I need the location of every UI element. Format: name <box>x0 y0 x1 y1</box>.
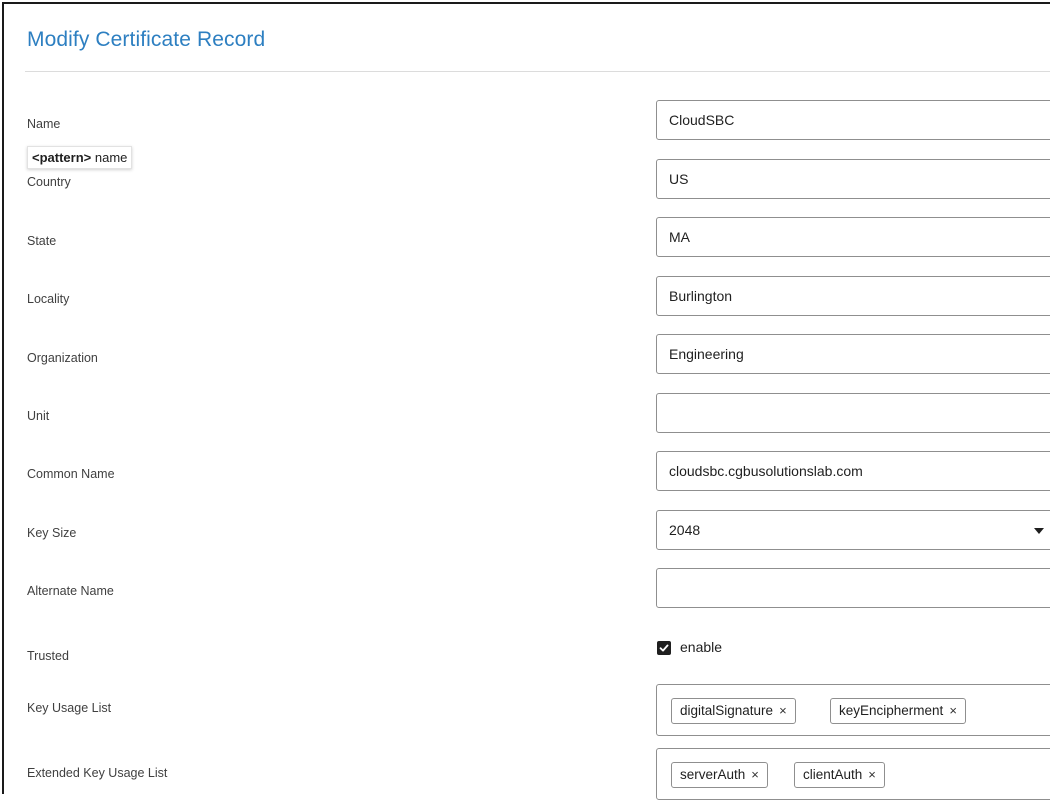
state-value: MA <box>669 229 690 245</box>
organization-input[interactable]: Engineering <box>656 334 1050 374</box>
label-name: Name <box>27 117 61 131</box>
common-name-input[interactable]: cloudsbc.cgbusolutionslab.com <box>656 451 1050 491</box>
title-divider <box>25 71 1050 72</box>
trusted-enable-label[interactable]: enable <box>680 639 722 655</box>
tooltip-text: name <box>91 150 128 165</box>
remove-icon[interactable]: × <box>949 703 957 718</box>
page-title: Modify Certificate Record <box>27 28 266 51</box>
locality-value: Burlington <box>669 288 733 304</box>
label-key-usage-list: Key Usage List <box>27 701 112 715</box>
key-size-value: 2048 <box>669 522 701 538</box>
locality-input[interactable]: Burlington <box>656 276 1050 316</box>
label-extended-key-usage-list: Extended Key Usage List <box>27 766 168 780</box>
name-value: CloudSBC <box>669 112 735 128</box>
country-value: US <box>669 171 689 187</box>
label-key-size: Key Size <box>27 526 77 540</box>
unit-input[interactable] <box>656 393 1050 433</box>
country-input[interactable]: US <box>656 159 1050 199</box>
extended-key-usage-chip: clientAuth × <box>794 762 885 788</box>
extended-key-usage-list-field[interactable]: serverAuth × clientAuth × <box>656 748 1050 800</box>
common-name-value: cloudsbc.cgbusolutionslab.com <box>669 463 863 479</box>
label-country: Country <box>27 175 71 189</box>
key-usage-list-field[interactable]: digitalSignature × keyEncipherment × <box>656 684 1050 736</box>
key-usage-chip: keyEncipherment × <box>830 698 966 724</box>
key-size-select[interactable]: 2048 <box>656 510 1050 550</box>
chip-label: digitalSignature <box>680 703 774 718</box>
pattern-tooltip: <pattern> name <box>27 146 133 169</box>
label-organization: Organization <box>27 351 98 365</box>
chip-label: clientAuth <box>803 767 863 782</box>
remove-icon[interactable]: × <box>751 767 759 782</box>
trusted-checkbox[interactable] <box>657 641 671 655</box>
state-input[interactable]: MA <box>656 217 1050 257</box>
label-state: State <box>27 234 57 248</box>
key-usage-chip: digitalSignature × <box>671 698 796 724</box>
name-input[interactable]: CloudSBC <box>656 100 1050 140</box>
remove-icon[interactable]: × <box>868 767 876 782</box>
label-locality: Locality <box>27 292 70 306</box>
label-unit: Unit <box>27 409 50 423</box>
chip-label: serverAuth <box>680 767 746 782</box>
remove-icon[interactable]: × <box>779 703 787 718</box>
checkmark-icon <box>659 644 669 652</box>
label-alternate-name: Alternate Name <box>27 584 114 598</box>
tooltip-pattern-token: <pattern> <box>32 150 92 165</box>
alternate-name-input[interactable] <box>656 568 1050 608</box>
chip-label: keyEncipherment <box>839 703 944 718</box>
label-common-name: Common Name <box>27 467 115 481</box>
chevron-down-icon[interactable] <box>1034 528 1044 534</box>
organization-value: Engineering <box>669 346 744 362</box>
extended-key-usage-chip: serverAuth × <box>671 762 768 788</box>
label-trusted: Trusted <box>27 649 69 663</box>
